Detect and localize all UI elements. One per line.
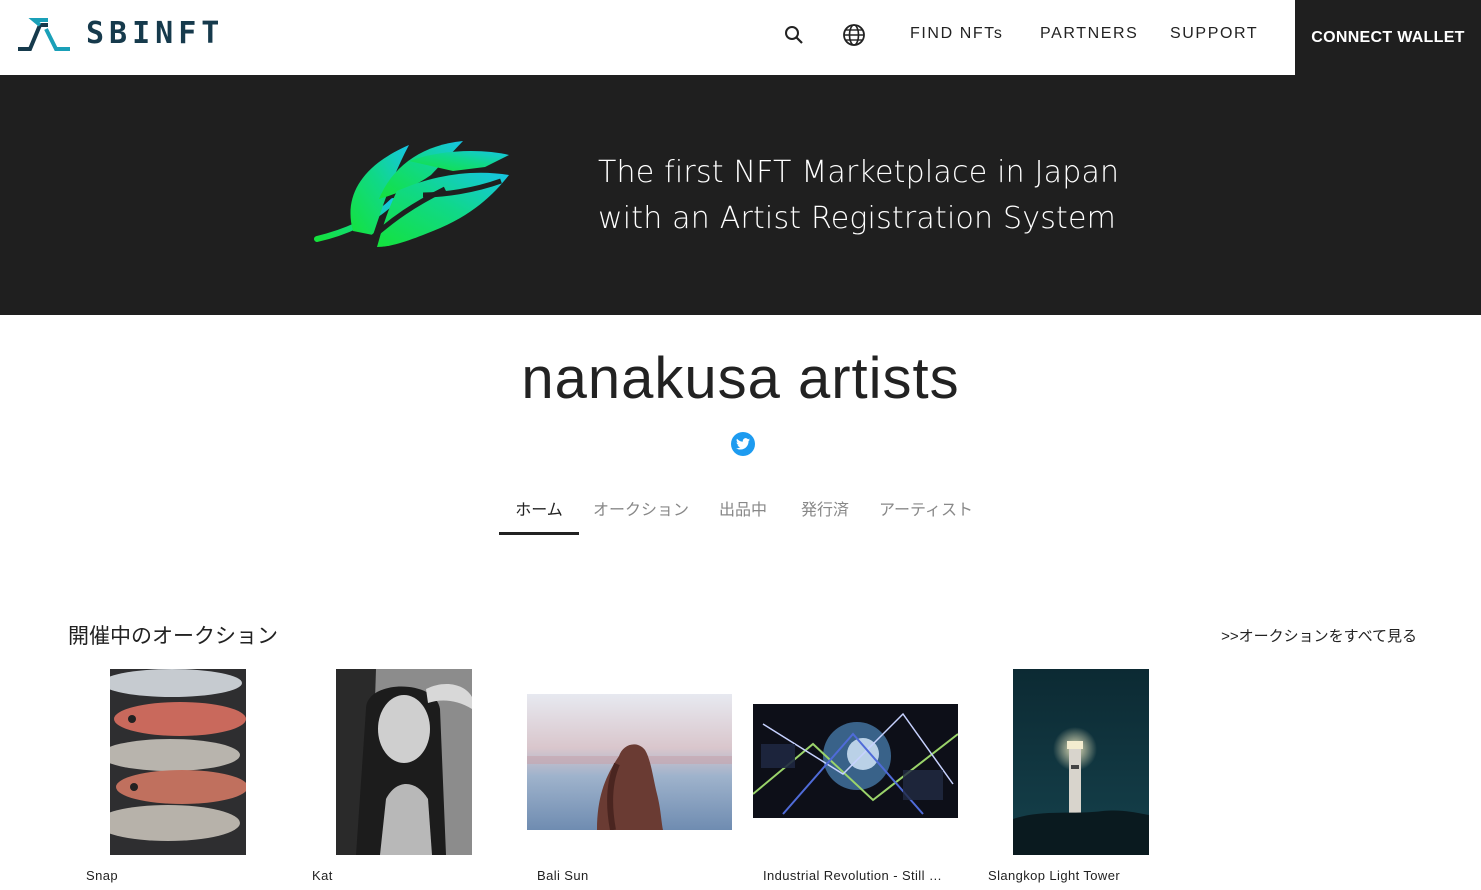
artwork-image <box>753 704 958 818</box>
globe-icon[interactable] <box>841 22 867 48</box>
page-title: nanakusa artists <box>521 346 960 411</box>
artwork-image <box>336 669 472 855</box>
banner-tagline: The first NFT Marketplace in Japan with … <box>598 150 1119 242</box>
section-title: 開催中のオークション <box>68 625 278 648</box>
artist-tabs: ホーム オークション 出品中 発行済 アーティスト <box>0 492 1481 536</box>
nav-support[interactable]: SUPPORT <box>1170 25 1258 43</box>
tab-artists[interactable]: アーティスト <box>878 492 974 535</box>
artwork-title: Slangkop Light Tower <box>988 868 1121 883</box>
artwork-title: Bali Sun <box>537 868 589 883</box>
leaf-icon <box>314 141 509 247</box>
nav-find-nfts[interactable]: FIND NFTs <box>910 25 1004 43</box>
tab-issued[interactable]: 発行済 <box>794 492 856 535</box>
connect-wallet-button[interactable]: CONNECT WALLET <box>1295 0 1481 75</box>
logo-mark-icon <box>18 18 70 51</box>
tab-home[interactable]: ホーム <box>499 492 579 535</box>
artwork-image <box>527 694 732 830</box>
artwork-image <box>110 669 246 855</box>
sbinft-logo[interactable]: SBINFT <box>16 16 224 52</box>
hero-banner: The first NFT Marketplace in Japan with … <box>0 75 1481 315</box>
artwork-title: Kat <box>312 868 333 883</box>
tab-auction[interactable]: オークション <box>593 492 689 535</box>
nav-partners[interactable]: PARTNERS <box>1040 25 1138 43</box>
see-all-auctions-link[interactable]: >>オークションをすべて見る <box>1221 625 1417 646</box>
artwork-title: Industrial Revolution - Still … <box>763 868 943 883</box>
top-header: SBINFT FIND NFTs PARTNERS SUPPORT CONNEC… <box>0 0 1481 75</box>
search-icon[interactable] <box>781 22 807 48</box>
banner-line-1: The first NFT Marketplace in Japan <box>598 155 1120 190</box>
artwork-image <box>1013 669 1149 855</box>
logo-text: SBINFT <box>86 16 225 51</box>
twitter-icon[interactable] <box>731 432 755 456</box>
tab-on-sale[interactable]: 出品中 <box>712 492 774 535</box>
artwork-title: Snap <box>86 868 118 883</box>
banner-line-2: with an Artist Registration System <box>598 201 1117 236</box>
